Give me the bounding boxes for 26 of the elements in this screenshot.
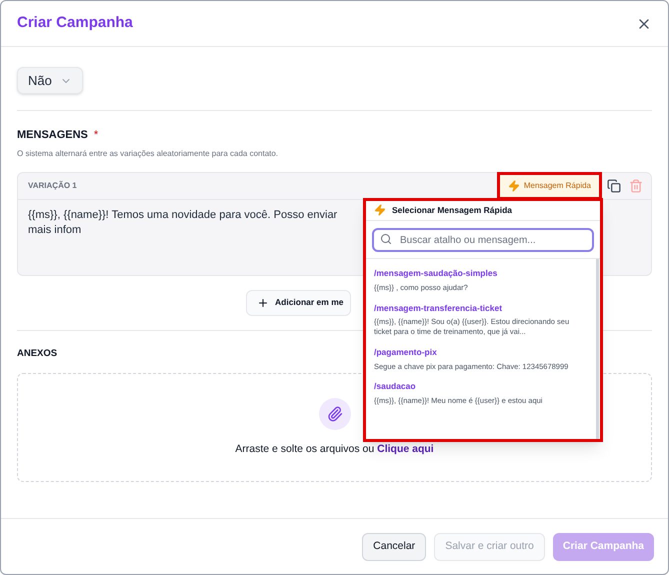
upload-link[interactable]: Clique aqui (377, 442, 434, 455)
search-field[interactable]: Buscar atalho ou mensagem... (372, 228, 594, 252)
item-shortcut: /mensagem-saudação-simples (374, 267, 498, 280)
item-shortcut: /pagamento-pix (374, 346, 438, 358)
paperclip-icon (318, 398, 350, 430)
lightning-icon (508, 180, 520, 192)
add-variation-button[interactable]: Adicionar em me (246, 290, 350, 316)
section-title: MENSAGENS (17, 128, 88, 143)
plus-icon (257, 296, 269, 308)
variation-label: VARIAÇÃO 1 (28, 180, 77, 192)
lightning-icon (374, 204, 386, 216)
quick-message-button[interactable]: Mensagem Rápida (500, 174, 599, 196)
popover-title: Selecionar Mensagem Rápida (392, 204, 512, 217)
drop-prompt: Arraste e solte os arquivos ou Clique aqui (235, 442, 434, 457)
dialog-title: Criar Campanha (17, 13, 133, 34)
search-icon (380, 232, 392, 244)
select-field[interactable]: Não (17, 67, 83, 94)
section-title: ANEXOS (17, 346, 58, 360)
section-hint: O sistema alternará entre as variações aleatoriamente para cada contato. (17, 148, 280, 160)
message-text-field[interactable]: {{ms}}, {{name}}! Temos uma novidade para você. Posso enviar mais infom (18, 200, 358, 238)
item-shortcut: /saudacao (374, 380, 417, 393)
scrollbar[interactable] (596, 259, 599, 439)
item-shortcut: /mensagem-transferencia-ticket (374, 302, 504, 314)
footer-button[interactable]: Cancelar (362, 532, 426, 560)
copy-icon[interactable] (607, 178, 621, 192)
required-mark: * (94, 128, 98, 143)
